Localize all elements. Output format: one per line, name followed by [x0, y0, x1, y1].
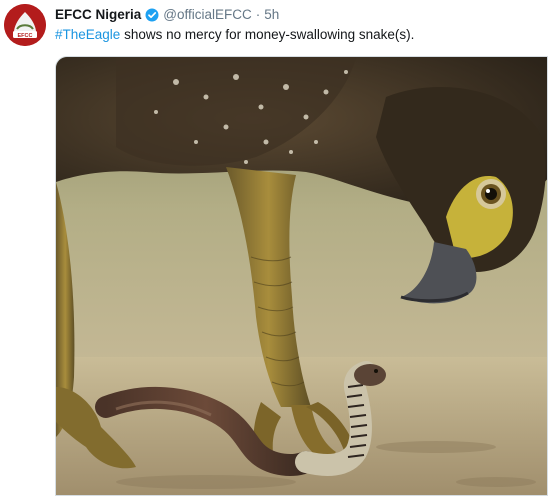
separator-dot: · — [255, 7, 261, 22]
avatar[interactable]: EFCC — [4, 4, 46, 46]
tweet[interactable]: EFCC EFCC Nigeria @officialEFCC · 5h #Th… — [0, 0, 548, 496]
hashtag-link[interactable]: #TheEagle — [55, 27, 120, 42]
handle[interactable]: @officialEFCC — [163, 6, 251, 24]
avatar-logo-text: EFCC — [18, 33, 33, 39]
tweet-body: shows no mercy for money-swallowing snak… — [120, 27, 415, 42]
tweet-text: #TheEagle shows no mercy for money-swall… — [55, 26, 414, 44]
timestamp[interactable]: 5h — [264, 6, 279, 24]
verified-badge-icon — [145, 8, 159, 22]
efcc-logo-icon: EFCC — [4, 4, 46, 46]
display-name[interactable]: EFCC Nigeria — [55, 6, 141, 24]
eagle-and-snake-photo — [56, 57, 547, 495]
tweet-photo[interactable] — [55, 56, 548, 496]
tweet-header: EFCC Nigeria @officialEFCC · 5h — [55, 6, 279, 24]
